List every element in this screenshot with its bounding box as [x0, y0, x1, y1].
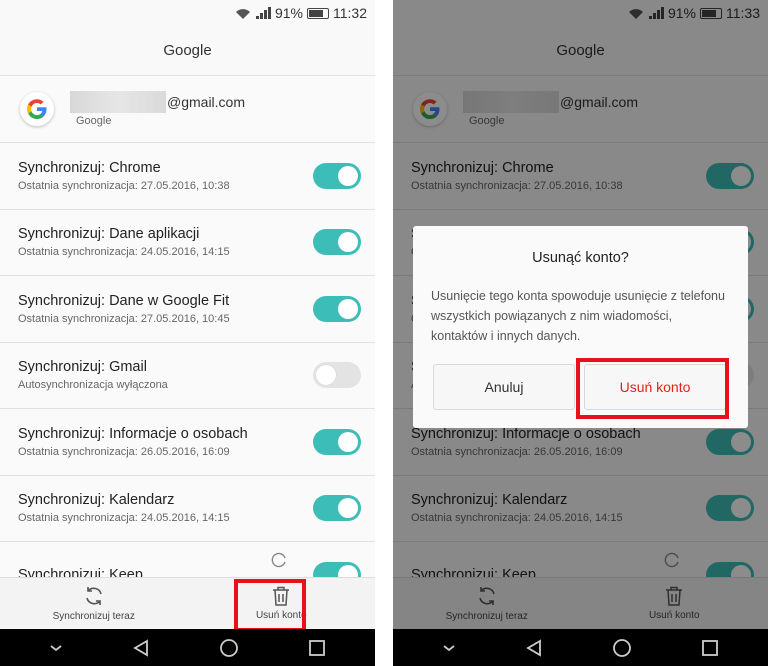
sync-now-button[interactable]: Synchronizuj teraz	[0, 578, 188, 629]
toggle-knob	[338, 431, 358, 452]
sync-item[interactable]: Synchronizuj: Informacje o osobach Ostatn…	[0, 409, 375, 476]
sync-item-status: Ostatnia synchronizacja: 27.05.2016, 10:…	[18, 179, 230, 192]
back-icon[interactable]	[132, 638, 150, 657]
toggle-knob	[316, 365, 336, 386]
navigation-bar	[0, 629, 375, 666]
highlight-box-confirm-remove	[576, 358, 729, 419]
account-row[interactable]: @gmail.com Google	[0, 76, 375, 143]
account-email: @gmail.com	[167, 94, 246, 110]
sync-item[interactable]: Synchronizuj: Dane w Google Fit Ostatnia …	[0, 276, 375, 343]
sync-toggle[interactable]	[313, 295, 361, 322]
nav-collapse-icon[interactable]	[442, 643, 456, 653]
battery-percent: 91%	[274, 5, 303, 21]
sync-item-status: Ostatnia synchronizacja: 24.05.2016, 14:…	[18, 246, 230, 259]
email-redaction	[70, 91, 166, 113]
sync-item-title: Synchronizuj: Informacje o osobach	[18, 425, 248, 442]
status-bar: 91% 11:32	[0, 0, 375, 26]
bottom-action-bar: Synchronizuj teraz Usuń konto	[0, 577, 375, 629]
sync-item[interactable]: Synchronizuj: Gmail Autosynchronizacja wy…	[0, 342, 375, 409]
syncing-indicator-icon	[271, 552, 286, 567]
toggle-knob	[338, 298, 358, 319]
home-icon[interactable]	[612, 638, 632, 658]
nav-collapse-icon[interactable]	[49, 643, 63, 653]
page-title: Google	[0, 26, 375, 76]
clock: 11:32	[333, 5, 367, 21]
highlight-box-remove-account	[234, 579, 306, 632]
sync-item-status: Ostatnia synchronizacja: 24.05.2016, 14:…	[18, 512, 230, 525]
dialog-title: Usunąć konto?	[532, 250, 629, 266]
sync-toggle[interactable]	[313, 229, 361, 256]
sync-icon	[85, 587, 102, 605]
sync-item-title: Synchronizuj: Kalendarz	[18, 492, 175, 509]
battery-icon	[307, 7, 329, 19]
signal-icon	[255, 7, 271, 19]
phone-screen-account-settings: 91% 11:32 Google @gmail.com Google Synch…	[0, 0, 375, 666]
sync-toggle[interactable]	[313, 428, 361, 455]
sync-item-status: Autosynchronizacja wyłączona	[18, 379, 168, 392]
sync-item-title: Synchronizuj: Gmail	[18, 359, 147, 376]
sync-item-status: Ostatnia synchronizacja: 27.05.2016, 10:…	[18, 312, 230, 325]
toggle-knob	[338, 232, 358, 253]
comparison-view: 91% 11:32 Google @gmail.com Google Synch…	[0, 0, 768, 666]
wifi-icon	[235, 8, 250, 19]
sync-item-title: Synchronizuj: Dane w Google Fit	[18, 292, 230, 309]
sync-toggle[interactable]	[313, 495, 361, 522]
account-provider: Google	[76, 115, 112, 127]
back-icon[interactable]	[525, 638, 543, 657]
sync-item-title: Synchronizuj: Dane aplikacji	[18, 226, 200, 243]
toggle-knob	[338, 498, 358, 519]
sync-item[interactable]: Synchronizuj: Dane aplikacji Ostatnia syn…	[0, 209, 375, 276]
sync-item[interactable]: Synchronizuj: Kalendarz Ostatnia synchron…	[0, 475, 375, 542]
sync-toggle[interactable]	[313, 362, 361, 389]
dialog-message: Usunięcie tego konta spowoduje usunięcie…	[431, 289, 725, 343]
navigation-bar	[393, 629, 768, 666]
home-icon[interactable]	[219, 638, 239, 658]
google-logo	[20, 92, 54, 126]
recents-icon[interactable]	[308, 639, 326, 657]
sync-item[interactable]: Synchronizuj: Chrome Ostatnia synchroniza…	[0, 143, 375, 210]
sync-now-label: Synchronizuj teraz	[52, 611, 135, 622]
phone-screen-remove-dialog: 91% 11:33 Google @gmail.com Google Synch…	[393, 0, 768, 666]
sync-item-title: Synchronizuj: Chrome	[18, 159, 161, 176]
sync-item-status: Ostatnia synchronizacja: 26.05.2016, 16:…	[18, 445, 230, 458]
toggle-knob	[338, 165, 358, 186]
settings-list[interactable]: @gmail.com Google Synchronizuj: Chrome Os…	[0, 76, 375, 586]
cancel-button[interactable]: Anuluj	[433, 364, 575, 410]
recents-icon[interactable]	[701, 639, 719, 657]
sync-toggle[interactable]	[313, 162, 361, 189]
